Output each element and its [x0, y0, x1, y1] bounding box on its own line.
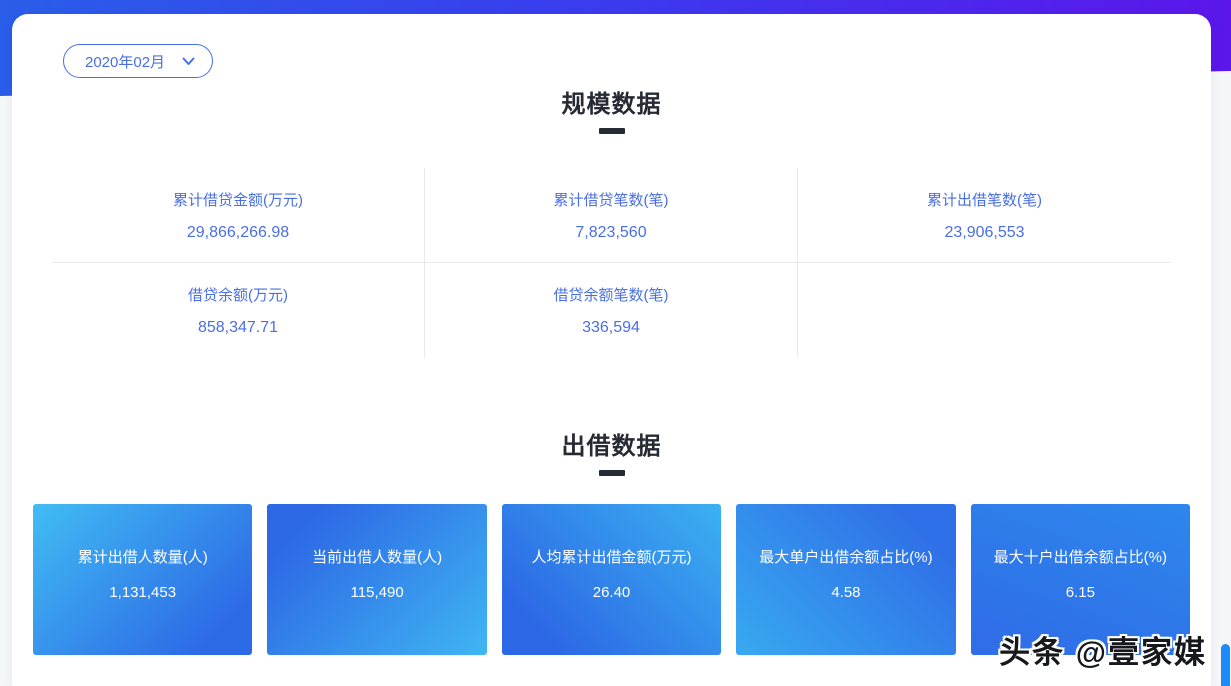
card-label: 人均累计出借金额(万元): [532, 546, 692, 567]
card-label: 当前出借人数量(人): [312, 546, 442, 567]
stat-label: 累计借贷笔数(笔): [554, 189, 669, 210]
card-label: 最大十户出借余额占比(%): [994, 546, 1167, 567]
card-label: 最大单户出借余额占比(%): [759, 546, 932, 567]
card-value: 26.40: [593, 584, 631, 601]
stat-value: 23,906,553: [944, 224, 1024, 242]
stat-label: 累计出借笔数(笔): [927, 189, 1042, 210]
stat-cell-empty: [798, 263, 1171, 358]
card-label: 累计出借人数量(人): [78, 546, 208, 567]
stat-cell-total-lend-count: 累计出借笔数(笔) 23,906,553: [798, 168, 1171, 263]
scale-section-title: 规模数据: [12, 84, 1211, 119]
card-value: 115,490: [351, 584, 404, 601]
card-current-lenders: 当前出借人数量(人) 115,490: [267, 504, 486, 655]
stat-cell-total-loan-count: 累计借贷笔数(笔) 7,823,560: [425, 168, 798, 263]
scale-stats-grid: 累计借贷金额(万元) 29,866,266.98 累计借贷笔数(笔) 7,823…: [52, 168, 1171, 358]
chevron-down-icon: [182, 57, 195, 66]
stat-value: 29,866,266.98: [187, 224, 289, 242]
lending-section-title: 出借数据: [12, 426, 1211, 461]
scrollbar-thumb[interactable]: [1221, 644, 1230, 686]
stat-value: 336,594: [582, 319, 640, 337]
month-select-value: 2020年02月: [85, 51, 165, 72]
stat-label: 累计借贷金额(万元): [173, 189, 303, 210]
content-card: 2020年02月 规模数据 累计借贷金额(万元) 29,866,266.98 累…: [12, 14, 1211, 686]
stat-cell-loan-balance-count: 借贷余额笔数(笔) 336,594: [425, 263, 798, 358]
card-total-lenders: 累计出借人数量(人) 1,131,453: [33, 504, 252, 655]
card-value: 6.15: [1066, 584, 1095, 601]
title-underline: [599, 128, 625, 134]
stat-value: 7,823,560: [575, 224, 646, 242]
stat-cell-loan-balance: 借贷余额(万元) 858,347.71: [52, 263, 425, 358]
watermark-text: 头条 @壹家媒: [999, 627, 1207, 672]
card-max-single-lender-ratio: 最大单户出借余额占比(%) 4.58: [736, 504, 955, 655]
stat-cell-total-loan-amount: 累计借贷金额(万元) 29,866,266.98: [52, 168, 425, 263]
stat-label: 借贷余额(万元): [188, 284, 288, 305]
stat-value: 858,347.71: [198, 319, 278, 337]
card-value: 4.58: [831, 584, 860, 601]
card-value: 1,131,453: [109, 584, 176, 601]
stat-label: 借贷余额笔数(笔): [554, 284, 669, 305]
card-average-lend-amount: 人均累计出借金额(万元) 26.40: [502, 504, 721, 655]
title-underline: [599, 470, 625, 476]
month-select[interactable]: 2020年02月: [63, 44, 213, 78]
